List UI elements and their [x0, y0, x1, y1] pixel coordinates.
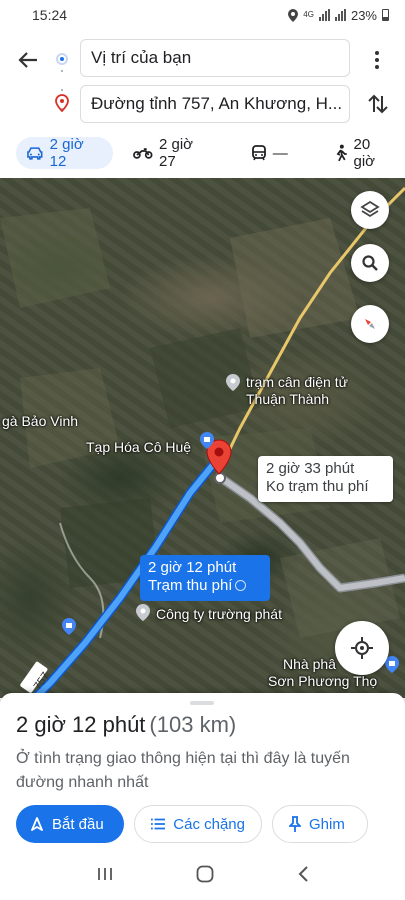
toll-icon — [235, 580, 247, 591]
mode-walk-label: 20 giờ — [353, 136, 376, 170]
poi-marker-icon[interactable] — [136, 604, 150, 621]
shop-marker-icon[interactable] — [200, 432, 214, 449]
motorbike-icon — [133, 148, 153, 159]
search-button[interactable] — [351, 244, 389, 282]
route-duration: 2 giờ 12 phút — [16, 712, 146, 737]
map-label-son-phuong[interactable]: Sơn Phương Thọ — [268, 673, 377, 690]
signal-2-icon — [334, 9, 346, 21]
compass-icon — [365, 319, 375, 329]
mode-car-label: 2 giờ 12 — [49, 136, 84, 170]
alt-route-callout[interactable]: 2 giờ 33 phút Ko trạm thu phí — [258, 456, 393, 502]
start-label: Bắt đầu — [52, 815, 104, 833]
route-description: Ở tình trạng giao thông hiện tại thì đây… — [16, 750, 350, 791]
selected-route-callout[interactable]: 2 giờ 12 phút Trạm thu phí — [140, 555, 270, 601]
battery-percent: 23% — [350, 7, 377, 23]
mode-transit[interactable]: — — [241, 137, 298, 169]
map-label-tap-hoa[interactable]: Tạp Hóa Cô Huệ — [86, 439, 191, 456]
home-icon[interactable] — [195, 864, 215, 884]
layers-button[interactable] — [351, 191, 389, 229]
signal-icon — [318, 9, 330, 21]
location-status-icon — [288, 8, 299, 22]
my-location-button[interactable] — [335, 621, 389, 675]
alt-route-note: Ko trạm thu phí — [266, 478, 369, 495]
destination-field[interactable]: Đường tỉnh 757, An Khương, H... — [80, 85, 350, 123]
map-label-tram-can[interactable]: trạm cân điện tử — [246, 374, 348, 391]
steps-label: Các chặng — [173, 815, 245, 833]
map-label-nha-pha[interactable]: Nhà phâ — [283, 656, 336, 673]
swap-icon[interactable] — [364, 90, 392, 118]
selected-route-note: Trạm thu phí — [148, 577, 233, 594]
status-bar: 15:24 4G 23% — [0, 0, 405, 30]
status-time: 15:24 — [32, 7, 68, 23]
shop-marker-icon[interactable] — [385, 656, 399, 673]
back-nav-icon[interactable] — [296, 865, 310, 883]
pin-label: Ghim — [309, 815, 345, 833]
origin-field[interactable]: Vị trí của bạn — [80, 39, 350, 77]
destination-pin-icon — [55, 94, 69, 112]
map-label-cong-ty[interactable]: Công ty trường phát — [156, 606, 282, 623]
arrow-left-icon — [18, 52, 37, 68]
start-button[interactable]: Bắt đầu — [16, 805, 124, 843]
origin-dot-icon — [56, 53, 68, 65]
poi-marker-icon[interactable] — [226, 374, 240, 391]
shop-marker-icon[interactable] — [62, 618, 76, 635]
more-options-button[interactable] — [366, 48, 388, 72]
directions-header: Vị trí của bạn Đường tỉnh 757, An Khương… — [0, 30, 405, 178]
layers-icon — [360, 200, 380, 218]
pin-icon — [289, 816, 301, 832]
mode-car[interactable]: 2 giờ 12 — [16, 136, 114, 170]
walk-icon — [336, 144, 347, 162]
system-nav-bar — [0, 848, 405, 900]
search-icon — [362, 255, 378, 271]
map-label-ga-bao-vinh[interactable]: gà Bảo Vinh — [2, 413, 78, 430]
my-location-icon — [351, 637, 373, 659]
route-distance: (103 km) — [149, 712, 237, 737]
mode-motorbike-label: 2 giờ 27 — [159, 136, 194, 170]
route-summary-sheet[interactable]: 2 giờ 12 phút (103 km) Ở tình trạng giao … — [0, 693, 405, 848]
network-type: 4G — [303, 10, 314, 19]
mode-walk[interactable]: 20 giờ — [324, 136, 405, 170]
selected-route-time: 2 giờ 12 phút — [148, 559, 237, 576]
compass-button[interactable] — [351, 305, 389, 343]
mode-motorbike[interactable]: 2 giờ 27 — [123, 136, 222, 170]
transit-icon — [251, 145, 266, 161]
alt-route-time: 2 giờ 33 phút — [266, 460, 355, 477]
list-icon — [151, 818, 166, 830]
navigation-arrow-icon — [31, 817, 43, 831]
mode-transit-label: — — [272, 144, 288, 162]
action-buttons: Bắt đầu Các chặng Ghim — [16, 805, 368, 843]
pin-button[interactable]: Ghim — [272, 805, 368, 843]
back-button[interactable] — [14, 46, 42, 74]
battery-icon — [382, 9, 389, 21]
map-label-thuan-thanh[interactable]: Thuận Thành — [246, 391, 329, 408]
travel-modes: 2 giờ 12 2 giờ 27 — 20 giờ — [0, 133, 405, 173]
sheet-drag-handle[interactable] — [190, 701, 214, 705]
steps-button[interactable]: Các chặng — [134, 805, 262, 843]
recent-apps-icon[interactable] — [96, 866, 114, 882]
map-view[interactable]: 757 trạm cân điện tử Thuận Thành gà Bảo … — [0, 178, 405, 698]
car-icon — [27, 147, 43, 160]
